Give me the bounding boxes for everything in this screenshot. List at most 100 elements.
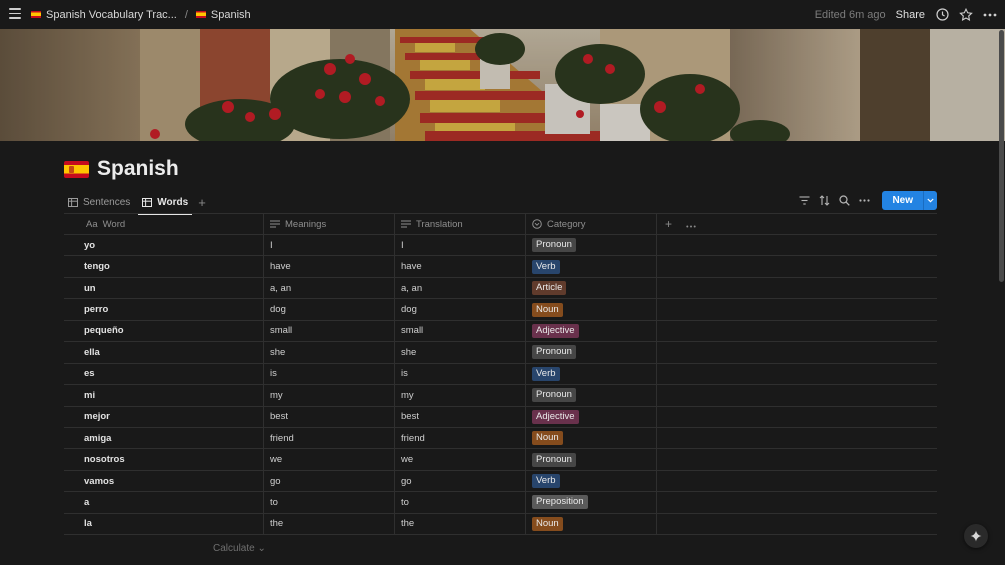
table-row[interactable]: mejor best best Adjective [64,406,937,428]
category-cell[interactable]: Verb [526,256,657,277]
meaning-cell[interactable]: my [264,385,395,406]
category-cell[interactable]: Noun [526,513,657,535]
table-row[interactable]: yo I I Pronoun [64,235,937,257]
meaning-cell[interactable]: she [264,342,395,363]
menu-icon[interactable] [9,8,21,20]
word-cell[interactable]: perro [64,299,264,320]
empty-cell[interactable] [657,428,937,448]
column-header-translation[interactable]: Translation [395,214,526,234]
translation-cell[interactable]: small [395,320,526,342]
table-row[interactable]: perro dog dog Noun [64,299,937,321]
empty-cell[interactable] [657,321,937,341]
more-icon[interactable] [983,8,997,22]
table-row[interactable]: la the the Noun [64,513,937,536]
translation-cell[interactable]: is [395,363,526,385]
ai-sparkle-button[interactable] [964,524,988,548]
word-cell[interactable]: la [64,513,264,535]
translation-cell[interactable]: the [395,513,526,535]
category-cell[interactable]: Pronoun [526,235,657,256]
column-header-word[interactable]: Aa Word [64,214,264,234]
word-cell[interactable]: vamos [64,470,264,492]
category-cell[interactable]: Verb [526,363,657,385]
cover-image[interactable] [0,29,1005,141]
category-cell[interactable]: Noun [526,299,657,320]
meaning-cell[interactable]: go [264,470,395,492]
category-cell[interactable]: Verb [526,470,657,492]
table-row[interactable]: nosotros we we Pronoun [64,449,937,471]
translation-cell[interactable]: have [395,256,526,277]
filter-icon[interactable] [798,194,811,207]
word-cell[interactable]: a [64,492,264,513]
calculate-button[interactable]: Calculate ⌄ [213,543,266,554]
meaning-cell[interactable]: friend [264,427,395,449]
empty-cell[interactable] [657,492,937,512]
new-button-label[interactable]: New [882,191,923,210]
share-button[interactable]: Share [896,9,925,21]
meaning-cell[interactable]: have [264,256,395,277]
add-column-icon[interactable]: + [665,217,672,231]
table-row[interactable]: amiga friend friend Noun [64,427,937,450]
chevron-down-icon[interactable] [923,191,937,210]
word-cell[interactable]: pequeño [64,320,264,342]
table-row[interactable]: a to to Preposition [64,492,937,514]
translation-cell[interactable]: to [395,492,526,513]
translation-cell[interactable]: I [395,235,526,256]
translation-cell[interactable]: she [395,342,526,363]
tab-words[interactable]: Words [138,190,193,215]
empty-cell[interactable] [657,278,937,298]
table-row[interactable]: ella she she Pronoun [64,342,937,364]
word-cell[interactable]: yo [64,235,264,256]
page-title[interactable]: Spanish [97,157,179,181]
category-cell[interactable]: Adjective [526,406,657,427]
meaning-cell[interactable]: a, an [264,277,395,299]
new-button[interactable]: New [882,191,937,210]
word-cell[interactable]: amiga [64,427,264,449]
empty-cell[interactable] [657,364,937,384]
empty-cell[interactable] [657,514,937,534]
word-cell[interactable]: mejor [64,406,264,427]
translation-cell[interactable]: my [395,385,526,406]
category-cell[interactable]: Noun [526,427,657,449]
meaning-cell[interactable]: to [264,492,395,513]
category-cell[interactable]: Article [526,277,657,299]
column-header-category[interactable]: Category [526,214,657,234]
add-view-button[interactable]: + [198,195,206,210]
category-cell[interactable]: Pronoun [526,342,657,363]
meaning-cell[interactable]: I [264,235,395,256]
meaning-cell[interactable]: small [264,320,395,342]
empty-cell[interactable] [657,256,937,276]
column-header-meanings[interactable]: Meanings [264,214,395,234]
translation-cell[interactable]: a, an [395,277,526,299]
translation-cell[interactable]: go [395,470,526,492]
meaning-cell[interactable]: we [264,449,395,470]
table-row[interactable]: es is is Verb [64,363,937,386]
table-row[interactable]: mi my my Pronoun [64,385,937,407]
star-icon[interactable] [959,7,973,22]
empty-cell[interactable] [657,299,937,319]
translation-cell[interactable]: we [395,449,526,470]
category-cell[interactable]: Preposition [526,492,657,513]
meaning-cell[interactable]: is [264,363,395,385]
word-cell[interactable]: un [64,277,264,299]
breadcrumb-item-spanish[interactable]: Spanish [195,9,251,21]
empty-cell[interactable] [657,471,937,491]
empty-cell[interactable] [657,449,937,469]
translation-cell[interactable]: best [395,406,526,427]
empty-cell[interactable] [657,407,937,427]
tab-sentences[interactable]: Sentences [64,190,134,214]
spain-flag-icon[interactable] [64,160,89,178]
word-cell[interactable]: mi [64,385,264,406]
word-cell[interactable]: nosotros [64,449,264,470]
translation-cell[interactable]: friend [395,427,526,449]
table-row[interactable]: pequeño small small Adjective [64,320,937,343]
search-icon[interactable] [838,194,851,207]
breadcrumb-item-tracker[interactable]: Spanish Vocabulary Trac... [31,9,177,21]
meaning-cell[interactable]: best [264,406,395,427]
translation-cell[interactable]: dog [395,299,526,320]
table-row[interactable]: vamos go go Verb [64,470,937,493]
empty-cell[interactable] [657,342,937,362]
meaning-cell[interactable]: the [264,513,395,535]
word-cell[interactable]: ella [64,342,264,363]
clock-icon[interactable] [935,8,949,22]
scrollbar[interactable] [999,30,1004,282]
